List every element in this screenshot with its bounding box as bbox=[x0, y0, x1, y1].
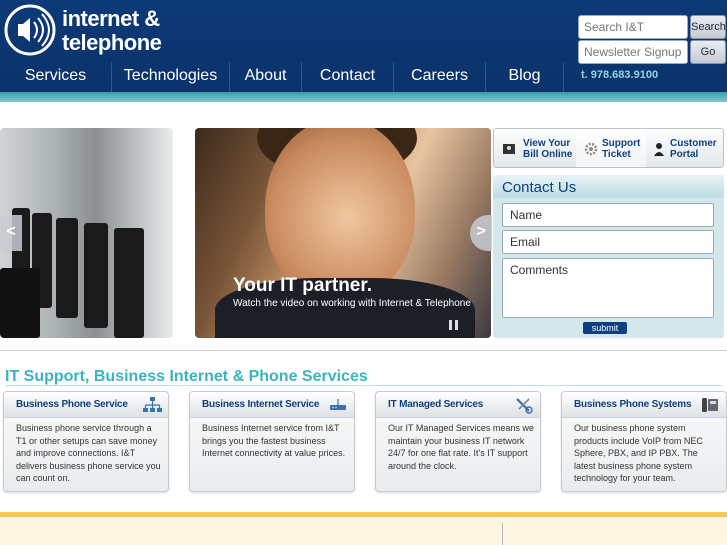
newsletter-input[interactable]: Newsletter Signup bbox=[578, 40, 688, 64]
card-header: Business Phone Service bbox=[4, 392, 168, 418]
hero-slide[interactable]: Your IT partner. Watch the video on work… bbox=[195, 128, 491, 338]
brand-name: internet & telephone bbox=[62, 6, 162, 55]
card-title: IT Managed Services bbox=[388, 399, 484, 410]
service-card-internet-service[interactable]: Business Internet Service Business Inter… bbox=[189, 391, 355, 492]
slider-prev-button[interactable]: < bbox=[0, 215, 22, 251]
quick-link-portal[interactable]: Customer Portal bbox=[646, 129, 724, 167]
pause-icon[interactable] bbox=[449, 320, 459, 330]
phone-system-icon bbox=[702, 398, 718, 412]
newsletter-go-button[interactable]: Go bbox=[690, 40, 726, 64]
contact-header: Contact Us bbox=[493, 175, 724, 198]
card-header: IT Managed Services bbox=[376, 392, 540, 418]
chair-shape bbox=[84, 223, 108, 328]
card-header: Business Phone Systems bbox=[562, 392, 726, 418]
router-icon bbox=[330, 399, 346, 410]
card-title: Business Internet Service bbox=[202, 399, 320, 410]
brand-name-line1: internet & bbox=[62, 6, 160, 31]
nav-careers[interactable]: Careers bbox=[394, 62, 486, 92]
comments-field[interactable]: Comments bbox=[502, 258, 714, 318]
bill-icon bbox=[503, 144, 515, 154]
slide-previous-image bbox=[0, 128, 173, 338]
quick-link-portal-line2: Portal bbox=[670, 149, 699, 160]
contact-title: Contact Us bbox=[502, 179, 577, 196]
card-body: Business Internet service from I&T bring… bbox=[202, 423, 346, 458]
card-header: Business Internet Service bbox=[190, 392, 354, 418]
network-icon bbox=[143, 397, 162, 412]
nav-services[interactable]: Services bbox=[0, 62, 112, 92]
search-input[interactable]: Search I&T bbox=[578, 15, 688, 39]
footer-divider bbox=[502, 523, 503, 545]
nav-technologies[interactable]: Technologies bbox=[112, 62, 230, 92]
service-card-phone-service[interactable]: Business Phone Service Business phone se… bbox=[3, 391, 169, 492]
quick-link-support-line1: Support bbox=[602, 138, 641, 149]
section-underline bbox=[5, 385, 722, 386]
person-icon bbox=[654, 143, 664, 156]
header-accent-bar bbox=[0, 92, 727, 102]
nav-contact[interactable]: Contact bbox=[302, 62, 394, 92]
site-header: internet & telephone Search I&T Search N… bbox=[0, 0, 727, 92]
footer bbox=[0, 517, 727, 545]
logo-waves-icon bbox=[4, 4, 56, 56]
chair-shape bbox=[56, 218, 78, 318]
phone-number: t. 978.683.9100 bbox=[581, 69, 659, 81]
quick-link-bill-line1: View Your bbox=[523, 138, 571, 149]
contact-form: Contact Us Name Email Comments submit bbox=[493, 175, 724, 338]
email-field[interactable]: Email bbox=[502, 230, 714, 254]
hero-title: Your IT partner. bbox=[233, 275, 373, 296]
search-button[interactable]: Search bbox=[690, 15, 726, 39]
hero-photo-face bbox=[265, 128, 415, 298]
card-body: Our business phone system products inclu… bbox=[574, 423, 703, 483]
quick-link-portal-line1: Customer bbox=[670, 138, 717, 149]
tools-icon bbox=[516, 398, 533, 414]
service-card-managed-services[interactable]: IT Managed Services Our IT Managed Servi… bbox=[375, 391, 541, 492]
quick-links: View Your Bill Online Support Ticket Custo… bbox=[493, 128, 724, 168]
submit-button[interactable]: submit bbox=[583, 322, 627, 334]
quick-link-bill-line2: Bill Online bbox=[523, 149, 573, 160]
card-body: Business phone service through a T1 or o… bbox=[16, 423, 161, 483]
gear-icon bbox=[584, 142, 598, 156]
chair-shape bbox=[0, 268, 40, 338]
nav-blog[interactable]: Blog bbox=[486, 62, 564, 92]
card-title: Business Phone Service bbox=[16, 399, 128, 410]
quick-link-support-line2: Ticket bbox=[602, 149, 631, 160]
brand-name-line2: telephone bbox=[62, 30, 162, 55]
card-title: Business Phone Systems bbox=[574, 399, 692, 410]
quick-link-support[interactable]: Support Ticket bbox=[576, 129, 646, 167]
nav-about[interactable]: About bbox=[230, 62, 302, 92]
name-field[interactable]: Name bbox=[502, 203, 714, 227]
brand-logo[interactable]: internet & telephone bbox=[4, 4, 176, 56]
card-body: Our IT Managed Services means we maintai… bbox=[388, 423, 534, 471]
divider bbox=[0, 350, 727, 351]
service-card-phone-systems[interactable]: Business Phone Systems Our business phon… bbox=[561, 391, 727, 492]
chair-shape bbox=[114, 228, 144, 338]
section-title: IT Support, Business Internet & Phone Se… bbox=[5, 368, 368, 385]
hero-subtitle: Watch the video on working with Internet… bbox=[233, 298, 471, 309]
quick-link-bill[interactable]: View Your Bill Online bbox=[494, 129, 576, 167]
